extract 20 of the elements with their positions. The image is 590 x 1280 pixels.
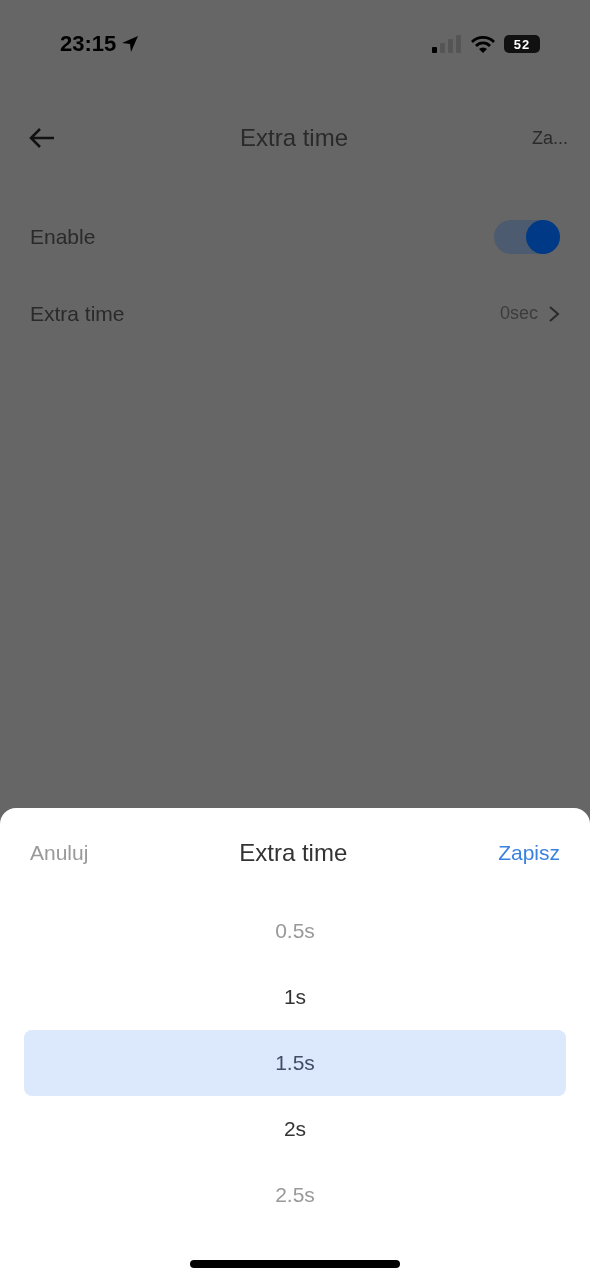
location-arrow-icon (120, 34, 141, 54)
save-button[interactable]: Zapisz (498, 841, 560, 865)
signal-icon (432, 35, 462, 53)
back-arrow-icon[interactable] (28, 126, 56, 150)
setting-label: Enable (30, 224, 96, 249)
save-link[interactable]: Za... (531, 127, 568, 149)
picker-option[interactable]: 2s (24, 1096, 566, 1162)
toggle-switch[interactable] (494, 219, 560, 254)
page-title: Extra time (239, 124, 348, 152)
setting-label: Extra time (30, 301, 125, 326)
picker-option[interactable]: 1s (24, 964, 566, 1030)
chevron-right-icon[interactable] (548, 304, 560, 323)
cancel-button[interactable]: Anuluj (30, 841, 89, 865)
picker-option[interactable]: 2.5s (24, 1162, 566, 1228)
clock: 23:15 (60, 31, 141, 57)
sheet-title: Extra time (239, 839, 348, 867)
battery-indicator: 52 (504, 35, 540, 53)
picker-option[interactable]: 0.5s (24, 898, 566, 964)
wifi-icon (470, 34, 496, 54)
picker-option[interactable]: 1.5s (24, 1030, 566, 1096)
